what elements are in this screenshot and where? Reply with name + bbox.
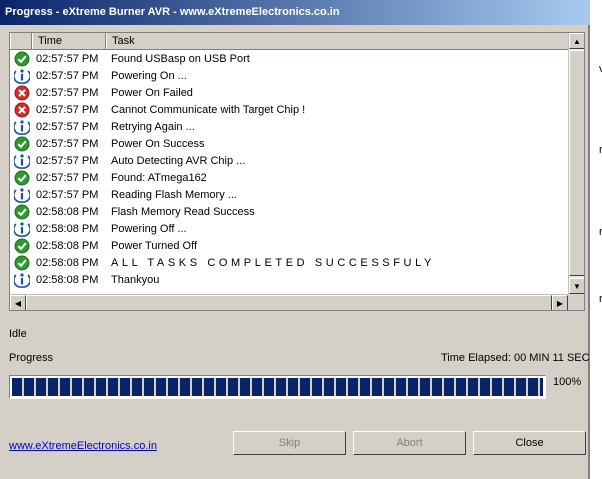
list-item[interactable]: 02:58:08 PM Flash Memory Read Success — [10, 204, 568, 221]
list-item[interactable]: 02:57:57 PM Retrying Again ... — [10, 119, 568, 136]
list-header: Time Task — [10, 33, 568, 50]
row-time: 02:57:57 PM — [36, 87, 99, 99]
info-icon — [12, 272, 32, 288]
info-icon — [12, 187, 32, 203]
row-task: Auto Detecting AVR Chip ... — [111, 155, 246, 167]
row-time: 02:57:57 PM — [36, 189, 99, 201]
row-time: 02:58:08 PM — [36, 223, 99, 235]
list-item[interactable]: 02:57:57 PM Found USBasp on USB Port — [10, 51, 568, 68]
horizontal-scrollbar[interactable]: ◀ ▶ — [10, 294, 568, 310]
progress-fill — [12, 378, 543, 396]
vertical-scrollbar[interactable]: ▲ ▼ — [568, 33, 584, 294]
row-time: 02:57:57 PM — [36, 172, 99, 184]
row-time: 02:57:57 PM — [36, 53, 99, 65]
check-circle-icon — [14, 255, 30, 271]
row-task: Retrying Again ... — [111, 121, 195, 133]
check-circle-icon — [14, 136, 30, 152]
horizontal-scroll-thumb[interactable] — [26, 295, 552, 310]
row-task: Flash Memory Read Success — [111, 206, 255, 218]
scroll-up-button[interactable]: ▲ — [569, 33, 584, 49]
header-time[interactable]: Time — [32, 33, 106, 49]
list-item[interactable]: 02:57:57 PM Powering On ... — [10, 68, 568, 85]
check-circle-icon — [14, 51, 30, 67]
row-task: ALL TASKS COMPLETED SUCCESSFULY — [111, 257, 435, 269]
row-time: 02:58:08 PM — [36, 206, 99, 218]
website-link[interactable]: www.eXtremeElectronics.co.in — [9, 440, 157, 452]
row-time: 02:58:08 PM — [36, 257, 99, 269]
time-elapsed: Time Elapsed: 00 MIN 11 SEC — [441, 352, 590, 364]
vertical-scroll-thumb[interactable] — [569, 50, 584, 276]
header-icon-column[interactable] — [10, 33, 32, 49]
info-icon — [12, 221, 32, 237]
row-task: Powering On ... — [111, 70, 187, 82]
info-icon — [12, 68, 32, 84]
task-log-list[interactable]: Time Task 02:57:57 PM Found USBasp on USB… — [9, 32, 585, 311]
row-task: Found: ATmega162 — [111, 172, 207, 184]
check-circle-icon — [14, 170, 30, 186]
list-item[interactable]: 02:58:08 PM ALL TASKS COMPLETED SUCCESSFU… — [10, 255, 568, 272]
row-time: 02:57:57 PM — [36, 138, 99, 150]
list-item[interactable]: 02:58:08 PM Power Turned Off — [10, 238, 568, 255]
list-item[interactable]: 02:57:57 PM Power On Failed — [10, 85, 568, 102]
row-task: Found USBasp on USB Port — [111, 53, 250, 65]
list-item[interactable]: 02:57:57 PM Found: ATmega162 — [10, 170, 568, 187]
progress-percent: 100% — [553, 376, 582, 388]
list-item[interactable]: 02:58:08 PM Powering Off ... — [10, 221, 568, 238]
progress-label: Progress — [9, 352, 54, 364]
row-task: Thankyou — [111, 274, 160, 286]
list-item[interactable]: 02:57:57 PM Auto Detecting AVR Chip ... — [10, 153, 568, 170]
row-task: Powering Off ... — [111, 223, 187, 235]
info-icon — [12, 153, 32, 169]
check-circle-icon — [14, 204, 30, 220]
error-circle-icon — [14, 102, 30, 118]
row-time: 02:58:08 PM — [36, 274, 99, 286]
skip-button[interactable]: Skip — [233, 431, 346, 455]
info-icon — [12, 119, 32, 135]
close-button[interactable]: Close — [473, 431, 586, 455]
status-text: Idle — [9, 328, 27, 340]
progress-bar — [9, 375, 546, 399]
row-time: 02:57:57 PM — [36, 104, 99, 116]
row-task: Power On Success — [111, 138, 205, 150]
list-item[interactable]: 02:57:57 PM Cannot Communicate with Targe… — [10, 102, 568, 119]
abort-button[interactable]: Abort — [353, 431, 466, 455]
scroll-right-button[interactable]: ▶ — [552, 295, 568, 310]
list-item[interactable]: 02:57:57 PM Reading Flash Memory ... — [10, 187, 568, 204]
check-circle-icon — [14, 238, 30, 254]
row-task: Cannot Communicate with Target Chip ! — [111, 104, 306, 116]
row-task: Power Turned Off — [111, 240, 198, 252]
scrollbar-corner — [568, 294, 584, 310]
scroll-down-button[interactable]: ▼ — [569, 278, 584, 294]
row-time: 02:57:57 PM — [36, 121, 99, 133]
list-item[interactable]: 02:57:57 PM Power On Success — [10, 136, 568, 153]
header-task[interactable]: Task — [106, 33, 568, 49]
row-task: Power On Failed — [111, 87, 193, 99]
scroll-left-button[interactable]: ◀ — [10, 295, 26, 310]
list-item[interactable]: 02:58:08 PM Thankyou — [10, 272, 568, 289]
row-task: Reading Flash Memory ... — [111, 189, 237, 201]
row-time: 02:57:57 PM — [36, 70, 99, 82]
window-title: Progress - eXtreme Burner AVR - www.eXtr… — [5, 6, 340, 18]
row-time: 02:58:08 PM — [36, 240, 99, 252]
title-bar: Progress - eXtreme Burner AVR - www.eXtr… — [0, 0, 590, 25]
row-time: 02:57:57 PM — [36, 155, 99, 167]
error-circle-icon — [14, 85, 30, 101]
